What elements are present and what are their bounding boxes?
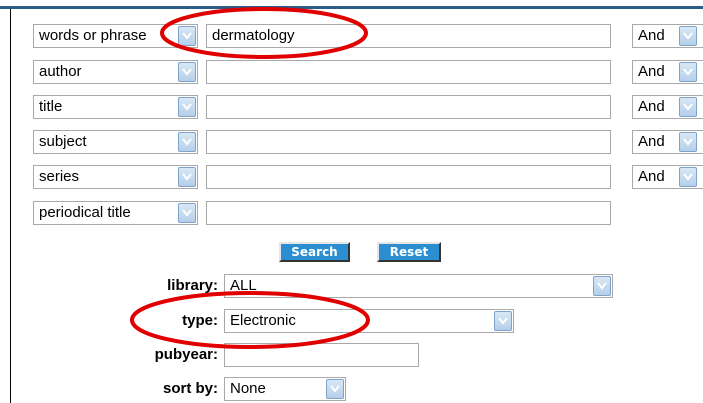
field-select-title[interactable]: title: [33, 95, 198, 119]
field-select-periodical-label: periodical title: [39, 204, 131, 221]
library-select[interactable]: ALL: [224, 274, 613, 298]
chevron-down-icon[interactable]: [326, 379, 344, 399]
type-select[interactable]: Electronic: [224, 309, 514, 333]
field-select-subject-label: subject: [39, 133, 87, 150]
field-select-author[interactable]: author: [33, 60, 198, 84]
chevron-down-icon[interactable]: [679, 26, 697, 46]
chevron-down-icon[interactable]: [178, 167, 196, 187]
operator-select-2[interactable]: And: [632, 60, 703, 84]
search-input-words[interactable]: dermatology: [206, 24, 611, 48]
chevron-down-icon[interactable]: [679, 132, 697, 152]
field-select-series-label: series: [39, 168, 80, 185]
search-input-words-value: dermatology: [212, 27, 295, 44]
library-select-value: ALL: [230, 277, 257, 294]
operator-select-3[interactable]: And: [632, 95, 703, 119]
search-input-subject[interactable]: [206, 130, 611, 154]
operator-select-5-label: And: [638, 168, 665, 185]
chevron-down-icon[interactable]: [178, 26, 196, 46]
chevron-down-icon[interactable]: [679, 62, 697, 82]
operator-select-4-label: And: [638, 133, 665, 150]
top-bar-line: [0, 6, 703, 9]
field-select-periodical[interactable]: periodical title: [33, 201, 198, 225]
operator-select-3-label: And: [638, 98, 665, 115]
sort-by-select-value: None: [230, 380, 266, 397]
type-select-value: Electronic: [230, 312, 296, 329]
operator-select-5[interactable]: And: [632, 165, 703, 189]
field-select-words-label: words or phrase: [39, 27, 147, 44]
reset-button[interactable]: Reset: [377, 242, 441, 262]
field-select-title-label: title: [39, 98, 63, 115]
field-select-words[interactable]: words or phrase: [33, 24, 198, 48]
type-label: type:: [182, 312, 218, 329]
operator-select-2-label: And: [638, 63, 665, 80]
search-input-periodical[interactable]: [206, 201, 611, 225]
search-button[interactable]: Search: [279, 242, 350, 262]
sort-by-label: sort by:: [162, 380, 218, 397]
pubyear-input[interactable]: [224, 343, 419, 367]
operator-select-1-label: And: [638, 27, 665, 44]
pubyear-label: pubyear:: [154, 346, 218, 363]
chevron-down-icon[interactable]: [593, 276, 611, 296]
chevron-down-icon[interactable]: [178, 62, 196, 82]
library-label: library:: [167, 277, 218, 294]
field-select-subject[interactable]: subject: [33, 130, 198, 154]
chevron-down-icon[interactable]: [178, 203, 196, 223]
left-border: [10, 9, 11, 403]
search-input-series[interactable]: [206, 165, 611, 189]
field-select-series[interactable]: series: [33, 165, 198, 189]
chevron-down-icon[interactable]: [494, 311, 512, 331]
chevron-down-icon[interactable]: [178, 97, 196, 117]
sort-by-select[interactable]: None: [224, 377, 346, 401]
chevron-down-icon[interactable]: [178, 132, 196, 152]
search-input-title[interactable]: [206, 95, 611, 119]
operator-select-4[interactable]: And: [632, 130, 703, 154]
field-select-author-label: author: [39, 63, 82, 80]
operator-select-1[interactable]: And: [632, 24, 703, 48]
chevron-down-icon[interactable]: [679, 97, 697, 117]
chevron-down-icon[interactable]: [679, 167, 697, 187]
top-bar: [0, 0, 703, 9]
search-input-author[interactable]: [206, 60, 611, 84]
